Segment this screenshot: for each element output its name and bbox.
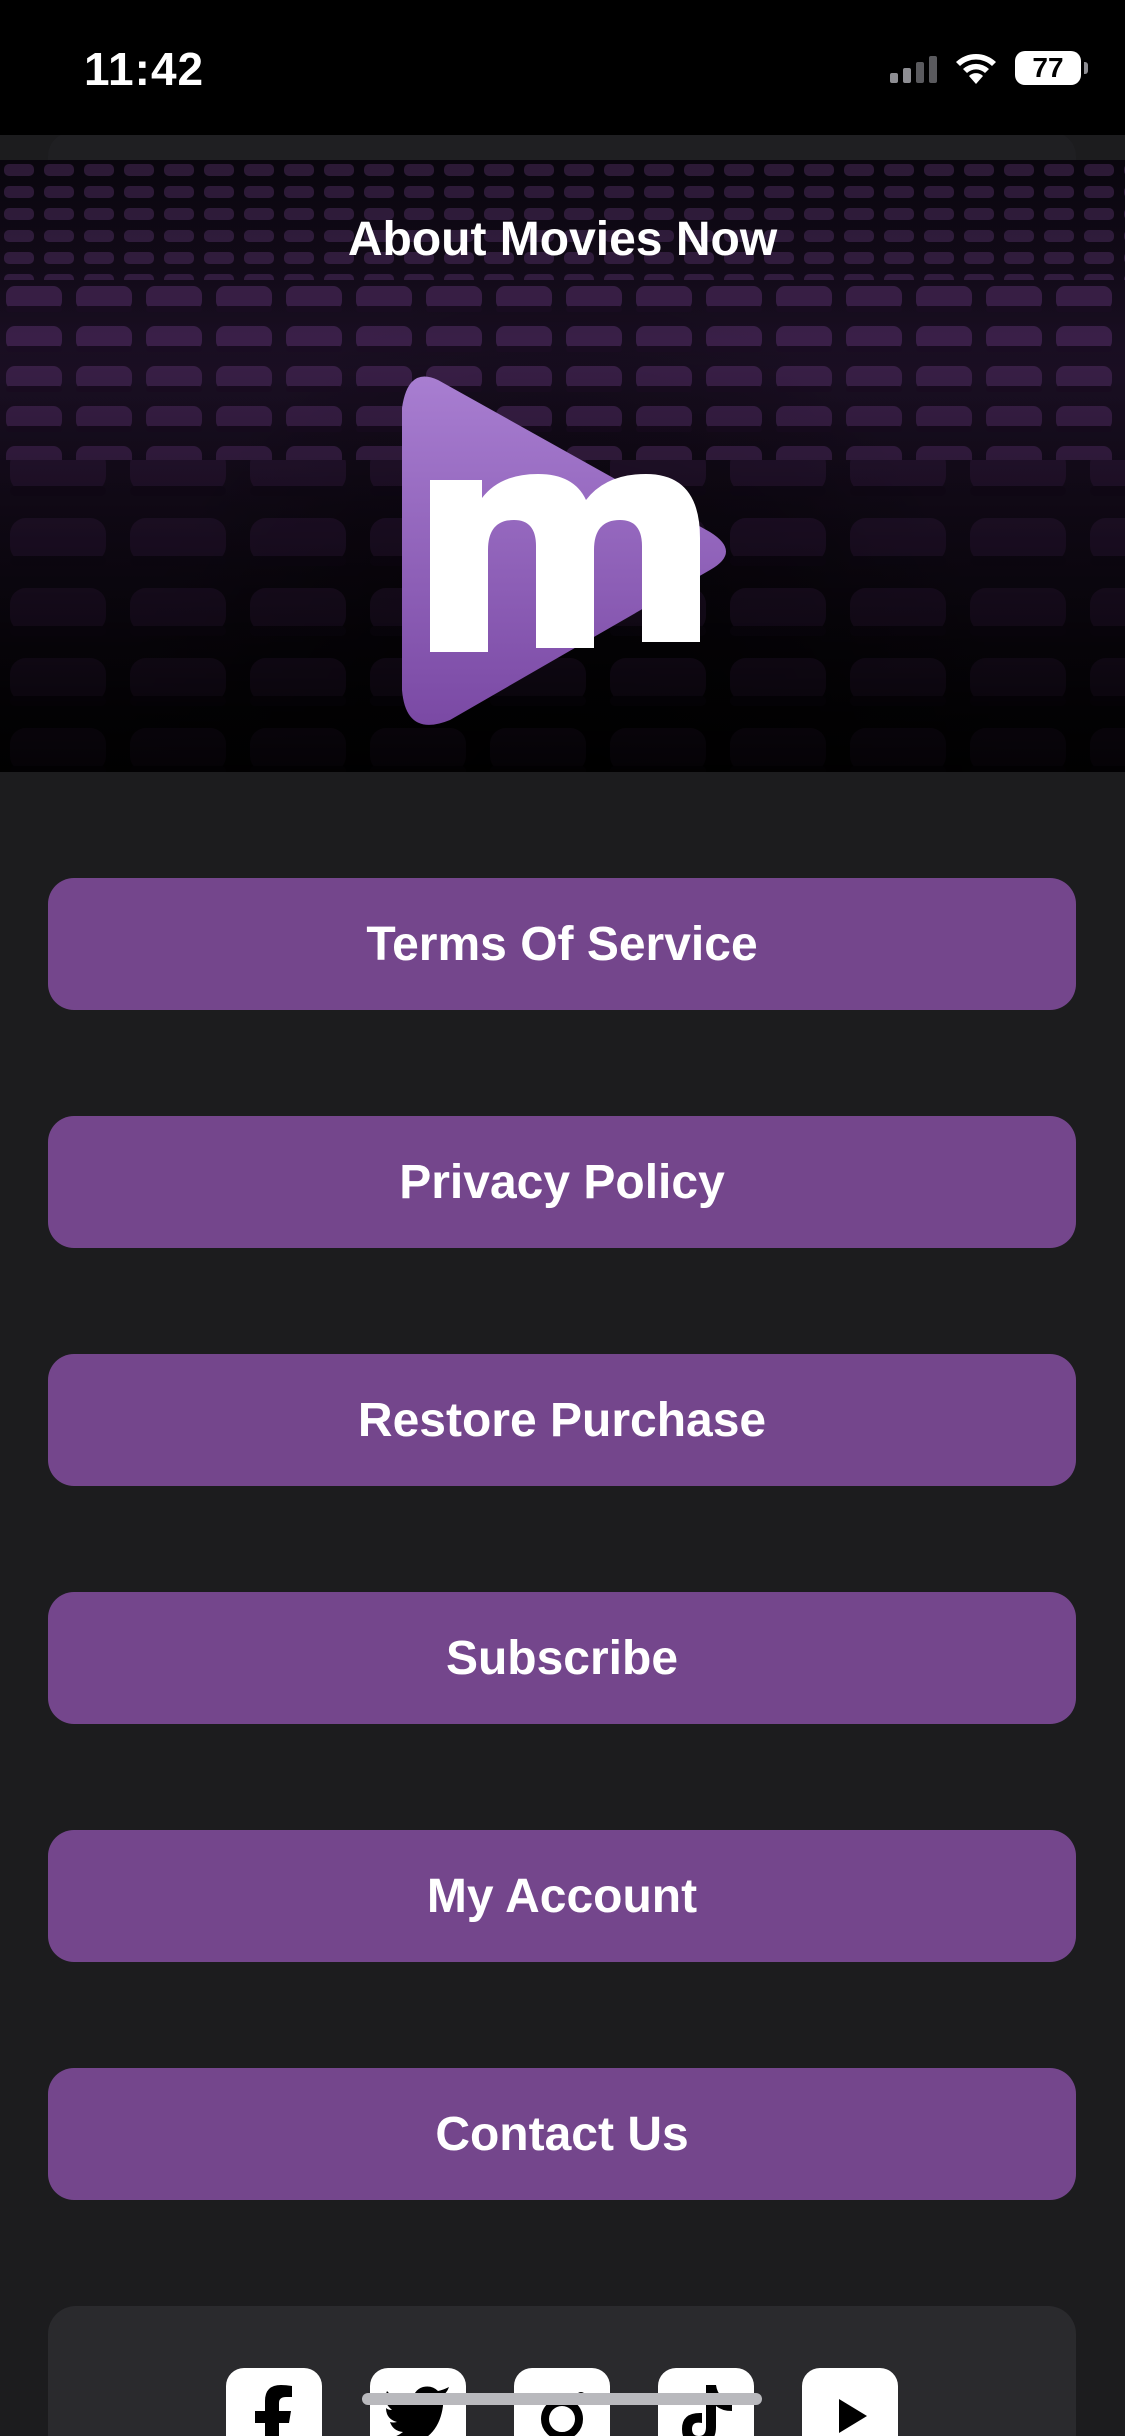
- social-links-bar: [48, 2306, 1076, 2436]
- hero-banner: About Movies Now: [0, 160, 1125, 772]
- terms-of-service-button[interactable]: Terms Of Service: [48, 878, 1076, 1010]
- my-account-button[interactable]: My Account: [48, 1830, 1076, 1962]
- facebook-icon[interactable]: [226, 2368, 322, 2436]
- restore-purchase-button[interactable]: Restore Purchase: [48, 1354, 1076, 1486]
- wifi-icon: [956, 54, 996, 84]
- movies-now-logo: [402, 376, 726, 725]
- subscribe-button[interactable]: Subscribe: [48, 1592, 1076, 1724]
- home-indicator[interactable]: [362, 2393, 762, 2405]
- menu-list: Terms Of Service Privacy Policy Restore …: [48, 878, 1076, 2306]
- about-screen: 11:42 77 About Movies Now Terms Of Servi…: [0, 0, 1125, 2436]
- battery-level: 77: [1032, 52, 1064, 83]
- youtube-icon[interactable]: [802, 2368, 898, 2436]
- battery-icon: 77: [1015, 51, 1088, 85]
- signal-icon: [890, 53, 937, 83]
- privacy-policy-button[interactable]: Privacy Policy: [48, 1116, 1076, 1248]
- contact-us-button[interactable]: Contact Us: [48, 2068, 1076, 2200]
- status-icons: 77: [890, 48, 1088, 88]
- status-time: 11:42: [84, 43, 205, 95]
- page-title: About Movies Now: [347, 213, 778, 266]
- status-bar: 11:42 77: [0, 0, 1125, 135]
